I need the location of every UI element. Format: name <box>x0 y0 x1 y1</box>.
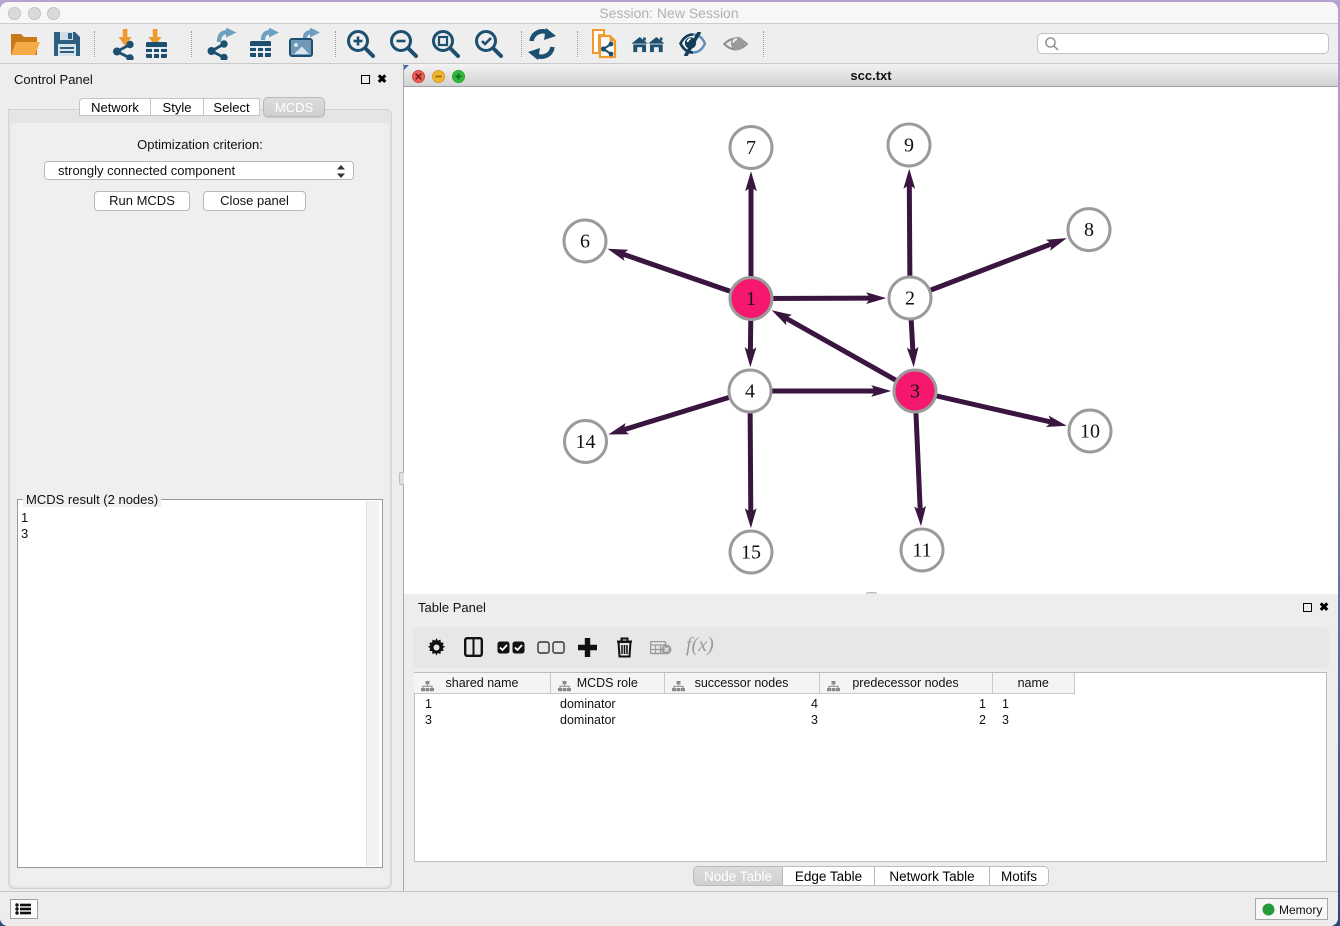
svg-text:14: 14 <box>576 431 596 453</box>
svg-text:15: 15 <box>741 542 761 564</box>
svg-text:2: 2 <box>905 288 915 310</box>
svg-text:1: 1 <box>746 288 756 310</box>
svg-text:4: 4 <box>745 381 755 403</box>
svg-text:11: 11 <box>912 540 931 562</box>
svg-text:7: 7 <box>746 137 756 159</box>
svg-text:9: 9 <box>904 135 914 157</box>
svg-text:3: 3 <box>910 381 920 403</box>
svg-text:8: 8 <box>1084 219 1094 241</box>
svg-text:6: 6 <box>580 231 590 253</box>
svg-text:10: 10 <box>1080 421 1100 443</box>
